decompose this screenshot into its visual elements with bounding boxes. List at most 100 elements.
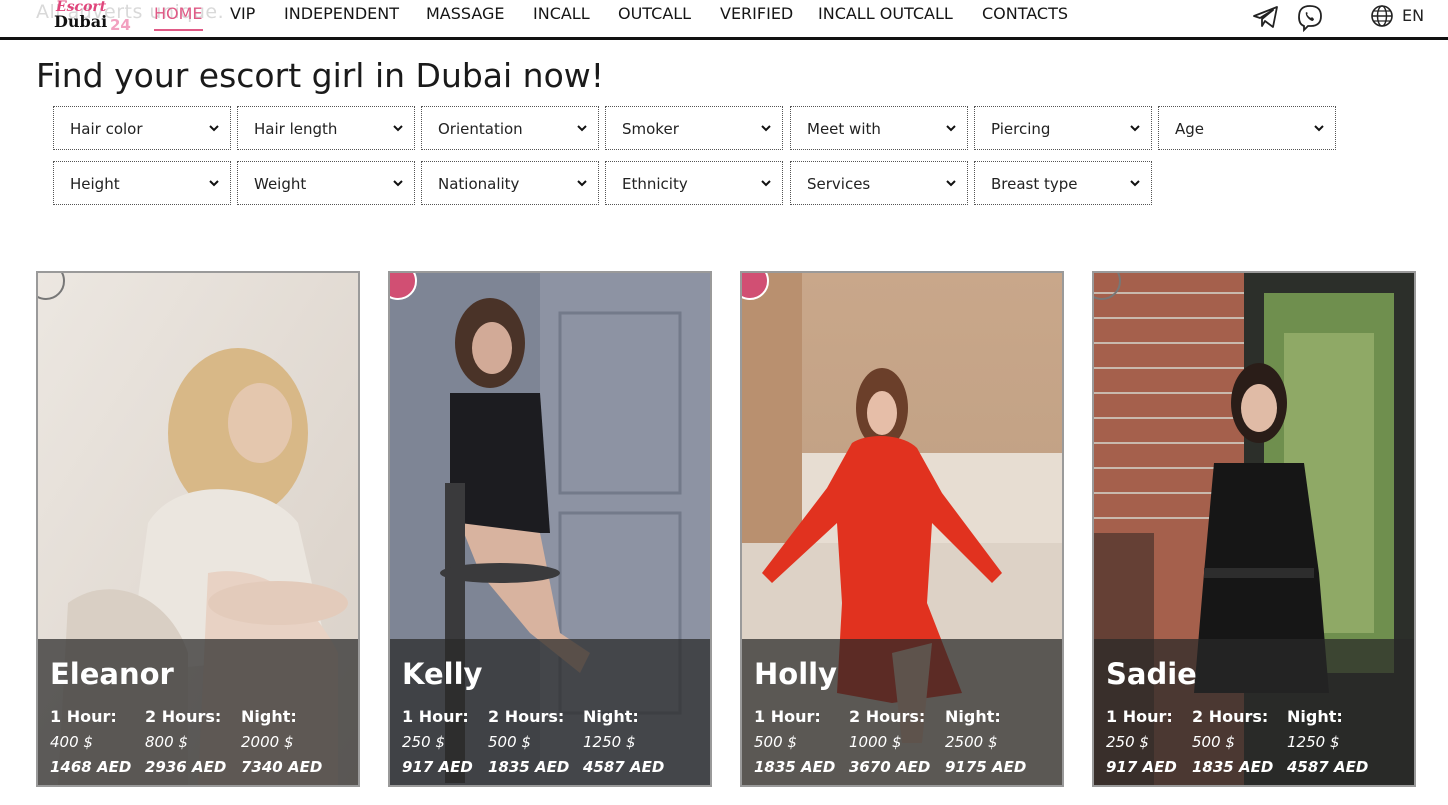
price-label: 2 Hours: bbox=[1192, 707, 1269, 726]
nav-contacts[interactable]: CONTACTS bbox=[982, 4, 1068, 23]
filter-ethnicity[interactable]: Ethnicity bbox=[605, 161, 783, 205]
filter-piercing[interactable]: Piercing bbox=[974, 106, 1152, 150]
price-aed: 9175 AED bbox=[945, 758, 1027, 776]
filter-label: Weight bbox=[254, 175, 307, 193]
card-name: Holly bbox=[754, 657, 837, 691]
price-usd: 1000 $ bbox=[849, 733, 902, 751]
price-aed: 1468 AED bbox=[50, 758, 132, 776]
filter-smoker[interactable]: Smoker bbox=[605, 106, 783, 150]
price-label: Night: bbox=[1287, 707, 1343, 726]
filter-label: Services bbox=[807, 175, 871, 193]
price-usd: 2500 $ bbox=[945, 733, 998, 751]
filter-hair-color[interactable]: Hair color bbox=[53, 106, 231, 150]
language-label: EN bbox=[1402, 6, 1425, 25]
price-label: Night: bbox=[583, 707, 639, 726]
price-column: Night: 1250 $ 4587 AED bbox=[1287, 707, 1387, 776]
filter-label: Breast type bbox=[991, 175, 1078, 193]
site-logo[interactable]: Escort Dubai 24 bbox=[54, 0, 144, 36]
price-usd: 250 $ bbox=[402, 733, 445, 751]
price-label: Night: bbox=[241, 707, 297, 726]
chevron-down-icon bbox=[209, 180, 219, 187]
globe-icon bbox=[1371, 5, 1393, 27]
price-usd: 400 $ bbox=[50, 733, 93, 751]
price-usd: 250 $ bbox=[1106, 733, 1149, 751]
profile-card[interactable]: Sadie 1 Hour: 250 $ 917 AED 2 Hours: 500… bbox=[1092, 271, 1416, 787]
nav-incall[interactable]: INCALL bbox=[533, 4, 590, 23]
nav-verified[interactable]: VERIFIED bbox=[720, 4, 793, 23]
price-aed: 4587 AED bbox=[1287, 758, 1369, 776]
filter-label: Meet with bbox=[807, 120, 881, 138]
filter-label: Piercing bbox=[991, 120, 1051, 138]
price-usd: 500 $ bbox=[754, 733, 797, 751]
chevron-down-icon bbox=[1314, 125, 1324, 132]
language-switcher[interactable]: EN bbox=[1370, 4, 1424, 30]
price-column: 1 Hour: 400 $ 1468 AED bbox=[50, 707, 150, 776]
nav-outcall[interactable]: OUTCALL bbox=[618, 4, 691, 23]
price-aed: 4587 AED bbox=[583, 758, 665, 776]
filter-nationality[interactable]: Nationality bbox=[421, 161, 599, 205]
chevron-down-icon bbox=[1130, 180, 1140, 187]
verified-badge-icon bbox=[742, 273, 769, 300]
price-column: 2 Hours: 500 $ 1835 AED bbox=[1192, 707, 1292, 776]
filter-meet-with[interactable]: Meet with bbox=[790, 106, 968, 150]
price-column: 2 Hours: 800 $ 2936 AED bbox=[145, 707, 245, 776]
price-label: 2 Hours: bbox=[145, 707, 222, 726]
price-label: 1 Hour: bbox=[754, 707, 821, 726]
filter-hair-length[interactable]: Hair length bbox=[237, 106, 415, 150]
price-usd: 1250 $ bbox=[583, 733, 636, 751]
filter-label: Nationality bbox=[438, 175, 520, 193]
chevron-down-icon bbox=[761, 180, 771, 187]
price-label: 1 Hour: bbox=[1106, 707, 1173, 726]
filter-label: Smoker bbox=[622, 120, 679, 138]
site-header: All adverts unique. Escort Dubai 24 HOME… bbox=[0, 0, 1448, 40]
price-column: 1 Hour: 250 $ 917 AED bbox=[1106, 707, 1206, 776]
price-aed: 917 AED bbox=[402, 758, 473, 776]
chevron-down-icon bbox=[946, 125, 956, 132]
nav-home[interactable]: HOME bbox=[154, 4, 203, 31]
nav-independent[interactable]: INDEPENDENT bbox=[284, 4, 399, 23]
logo-number: 24 bbox=[110, 16, 131, 34]
price-usd: 500 $ bbox=[488, 733, 531, 751]
filter-label: Hair length bbox=[254, 120, 338, 138]
card-info-overlay: Holly 1 Hour: 500 $ 1835 AED 2 Hours: 10… bbox=[742, 639, 1062, 785]
card-info-overlay: Kelly 1 Hour: 250 $ 917 AED 2 Hours: 500… bbox=[390, 639, 710, 785]
price-column: Night: 2500 $ 9175 AED bbox=[945, 707, 1045, 776]
filter-age[interactable]: Age bbox=[1158, 106, 1336, 150]
price-label: 1 Hour: bbox=[50, 707, 117, 726]
filter-services[interactable]: Services bbox=[790, 161, 968, 205]
profile-card[interactable]: Holly 1 Hour: 500 $ 1835 AED 2 Hours: 10… bbox=[740, 271, 1064, 787]
price-usd: 800 $ bbox=[145, 733, 188, 751]
price-aed: 917 AED bbox=[1106, 758, 1177, 776]
price-aed: 1835 AED bbox=[488, 758, 570, 776]
card-name: Eleanor bbox=[50, 657, 174, 691]
profile-card[interactable]: Kelly 1 Hour: 250 $ 917 AED 2 Hours: 500… bbox=[388, 271, 712, 787]
filter-label: Orientation bbox=[438, 120, 523, 138]
telegram-icon[interactable] bbox=[1252, 4, 1280, 30]
viber-icon[interactable] bbox=[1296, 4, 1324, 33]
chevron-down-icon bbox=[577, 125, 587, 132]
nav-massage[interactable]: MASSAGE bbox=[426, 4, 505, 23]
filter-breast-type[interactable]: Breast type bbox=[974, 161, 1152, 205]
price-aed: 1835 AED bbox=[754, 758, 836, 776]
filter-label: Ethnicity bbox=[622, 175, 688, 193]
price-aed: 3670 AED bbox=[849, 758, 931, 776]
price-usd: 500 $ bbox=[1192, 733, 1235, 751]
price-aed: 2936 AED bbox=[145, 758, 227, 776]
nav-incall-outcall[interactable]: INCALL OUTCALL bbox=[818, 4, 953, 23]
card-info-overlay: Sadie 1 Hour: 250 $ 917 AED 2 Hours: 500… bbox=[1094, 639, 1414, 785]
price-usd: 1250 $ bbox=[1287, 733, 1340, 751]
chevron-down-icon bbox=[393, 180, 403, 187]
filter-label: Hair color bbox=[70, 120, 143, 138]
chevron-down-icon bbox=[1130, 125, 1140, 132]
nav-vip[interactable]: VIP bbox=[230, 4, 255, 23]
filter-height[interactable]: Height bbox=[53, 161, 231, 205]
chevron-down-icon bbox=[577, 180, 587, 187]
price-column: Night: 2000 $ 7340 AED bbox=[241, 707, 341, 776]
price-column: 2 Hours: 500 $ 1835 AED bbox=[488, 707, 588, 776]
page-title: Find your escort girl in Dubai now! bbox=[36, 56, 605, 95]
filter-weight[interactable]: Weight bbox=[237, 161, 415, 205]
verified-badge-icon bbox=[390, 273, 417, 300]
filter-orientation[interactable]: Orientation bbox=[421, 106, 599, 150]
profile-card[interactable]: Eleanor 1 Hour: 400 $ 1468 AED 2 Hours: … bbox=[36, 271, 360, 787]
price-label: 1 Hour: bbox=[402, 707, 469, 726]
